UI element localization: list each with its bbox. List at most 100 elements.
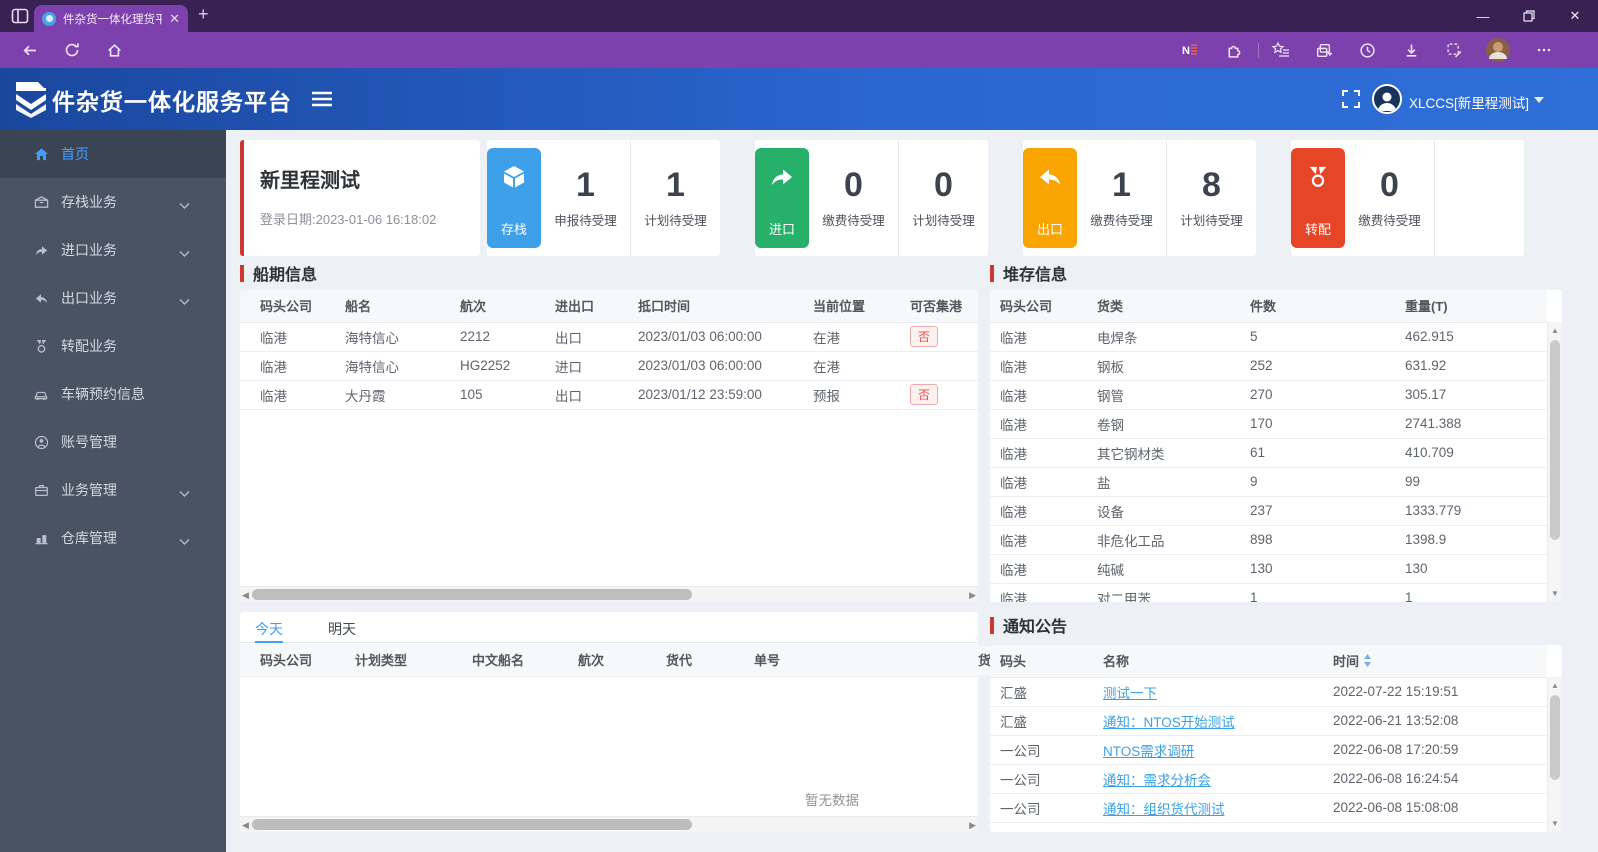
sort-icon[interactable] [1363,654,1372,670]
column-header: 航次 [568,644,656,677]
horizontal-scrollbar[interactable]: ◀ ▶ [240,586,978,602]
tab-close-icon[interactable]: ✕ [169,12,180,25]
sidebar-item-home[interactable]: 首页 [0,130,226,178]
column-header: 货类 [1087,290,1240,323]
notice-link[interactable]: NTOS需求调研 [1103,744,1194,759]
notice-link[interactable]: 测试一下 [1103,686,1157,701]
tab-activity-icon[interactable] [11,7,29,30]
refresh-icon[interactable] [57,35,87,65]
sidebar-item-vehicle-reservation[interactable]: 车辆预约信息 [0,370,226,418]
sidebar-item-account-management[interactable]: 账号管理 [0,418,226,466]
plans-table: 码头公司 计划类型 中文船名 航次 货代 单号 [240,644,978,677]
notice-link[interactable]: 通知：需求分析会 [1103,773,1211,788]
scroll-right-icon[interactable]: ▶ [969,820,976,831]
sidebar-item-label: 车辆预约信息 [61,386,145,402]
scroll-right-icon[interactable]: ▶ [969,590,976,601]
window-close-button[interactable]: ✕ [1552,0,1598,32]
sidebar-item-label: 仓库管理 [61,530,117,546]
notice-link[interactable]: 通知：组织货代测试 [1103,802,1225,817]
login-date: 登录日期:2023-01-06 16:18:02 [260,212,437,227]
column-header: 件数 [1240,290,1395,323]
sidebar-item-label: 账号管理 [61,434,117,450]
plans-panel: 今天 明天 码头公司 计划类型 中文船名 航次 货代 单号 暂无数据 ◀ ▶ [240,612,978,832]
tab-tomorrow[interactable]: 明天 [328,612,356,642]
scrollbar-thumb[interactable] [252,819,692,830]
scroll-left-icon[interactable]: ◀ [242,590,249,601]
no-badge: 否 [910,326,939,347]
stat-value: 0 [844,165,863,204]
scrollbar-thumb[interactable] [1550,695,1560,780]
downloads-icon[interactable] [1396,35,1426,65]
web-capture-icon[interactable] [1439,35,1469,65]
table-row: 汇盛 通知：NTOS开始测试 2022-06-21 13:52:08 [990,706,1547,736]
browser-toolbar: 不安全 10.10.201.67:7011/index.html#/home/h… [0,32,1598,96]
table-row: 临港 电焊条 5 462.915 [990,322,1547,352]
browser-tab[interactable]: 件杂货一体化理货平台 - 首页 ✕ [34,5,188,32]
column-header: 重量(T) [1395,290,1547,323]
home-icon [33,146,49,162]
collections-icon[interactable] [1308,35,1338,65]
hamburger-icon[interactable] [311,89,333,114]
sidebar-item-warehouse-management[interactable]: 仓库管理 [0,514,226,562]
history-icon[interactable] [1352,35,1382,65]
window-restore-button[interactable] [1506,0,1552,32]
new-tab-button[interactable]: + [198,4,209,25]
column-header: 码头公司 [990,290,1087,323]
scroll-down-icon[interactable]: ▼ [1551,589,1559,598]
column-header: 航次 [450,290,545,323]
table-row: 一公司 NTOS需求调研 2022-06-08 17:20:59 [990,735,1547,765]
scrollbar-thumb[interactable] [252,589,692,600]
plans-tabs: 今天 明天 [240,612,978,643]
shipping-section-title: 船期信息 [240,261,317,285]
vertical-scrollbar[interactable]: ▲ ▼ [1547,677,1562,832]
scroll-down-icon[interactable]: ▼ [1551,819,1559,828]
main-content: 新里程测试 登录日期:2023-01-06 16:18:02 存栈 1 申报待受理… [226,130,1598,852]
sidebar-item-transfer-business[interactable]: 转配业务 [0,322,226,370]
sidebar-item-import-business[interactable]: 进口业务 [0,226,226,274]
stat-label: 缴费待受理 [822,213,885,228]
no-badge: 否 [910,384,939,405]
sidebar-item-business-management[interactable]: 业务管理 [0,466,226,514]
browser-titlebar: 件杂货一体化理货平台 - 首页 ✕ + — ✕ [0,0,1598,32]
table-row: 临港 非危化工品 898 1398.9 [990,525,1547,555]
table-row: 临港 对二甲苯 1 1 [990,583,1547,602]
sidebar-item-export-business[interactable]: 出口业务 [0,274,226,322]
column-header: 抵口时间 [628,290,803,323]
app-title: 件杂货一体化服务平台 [52,89,292,115]
stat-tile: 进口 [755,148,809,248]
user-avatar-icon[interactable] [1372,84,1402,114]
favorites-bar-icon[interactable] [1266,35,1296,65]
window-minimize-button[interactable]: — [1460,0,1506,32]
column-header: 船名 [335,290,450,323]
table-row: 临港 海特信心 2212 出口 2023/01/03 06:00:00 在港否 [240,322,978,352]
chevron-down-icon [179,245,190,261]
shipping-table: 码头公司 船名 航次 进出口 抵口时间 当前位置 可否集港 临港 海特信心 2212 出口 2023… [240,290,978,410]
profile-avatar[interactable] [1483,35,1513,65]
back-icon[interactable] [14,35,44,65]
horizontal-scrollbar[interactable]: ◀ ▶ [240,816,978,832]
notice-link[interactable]: 通知：NTOS开始测试 [1103,715,1235,730]
site-favicon-icon [42,11,56,26]
fullscreen-icon[interactable] [1342,90,1360,113]
sidebar-item-storage-business[interactable]: 存栈业务 [0,178,226,226]
vertical-scrollbar[interactable]: ▲ ▼ [1547,322,1562,602]
column-header: 计划类型 [345,644,462,677]
username[interactable]: XLCCS[新里程测试] [1409,92,1529,112]
scroll-up-icon[interactable]: ▲ [1551,681,1559,690]
scroll-left-icon[interactable]: ◀ [242,820,249,831]
more-icon[interactable] [1529,35,1559,65]
table-row: 临港 海特信心 HG2252 进口 2023/01/03 06:00:00 在港 [240,351,978,381]
scroll-up-icon[interactable]: ▲ [1551,326,1559,335]
scrollbar-thumb[interactable] [1550,340,1560,540]
stat-label: 计划待受理 [912,213,975,228]
chevron-down-icon [179,533,190,549]
home-icon[interactable] [99,35,129,65]
extensions-icon[interactable] [1218,35,1248,65]
stat-card-export: 出口 1 缴费待受理 8 计划待受理 [1023,140,1256,256]
column-header[interactable]: 时间 [1323,645,1547,678]
tab-today[interactable]: 今天 [255,612,283,643]
caret-down-icon[interactable] [1534,97,1544,103]
sidebar-item-label: 存栈业务 [61,194,117,210]
onenote-icon[interactable]: N [1175,35,1205,65]
export-arrow-icon [33,290,49,306]
